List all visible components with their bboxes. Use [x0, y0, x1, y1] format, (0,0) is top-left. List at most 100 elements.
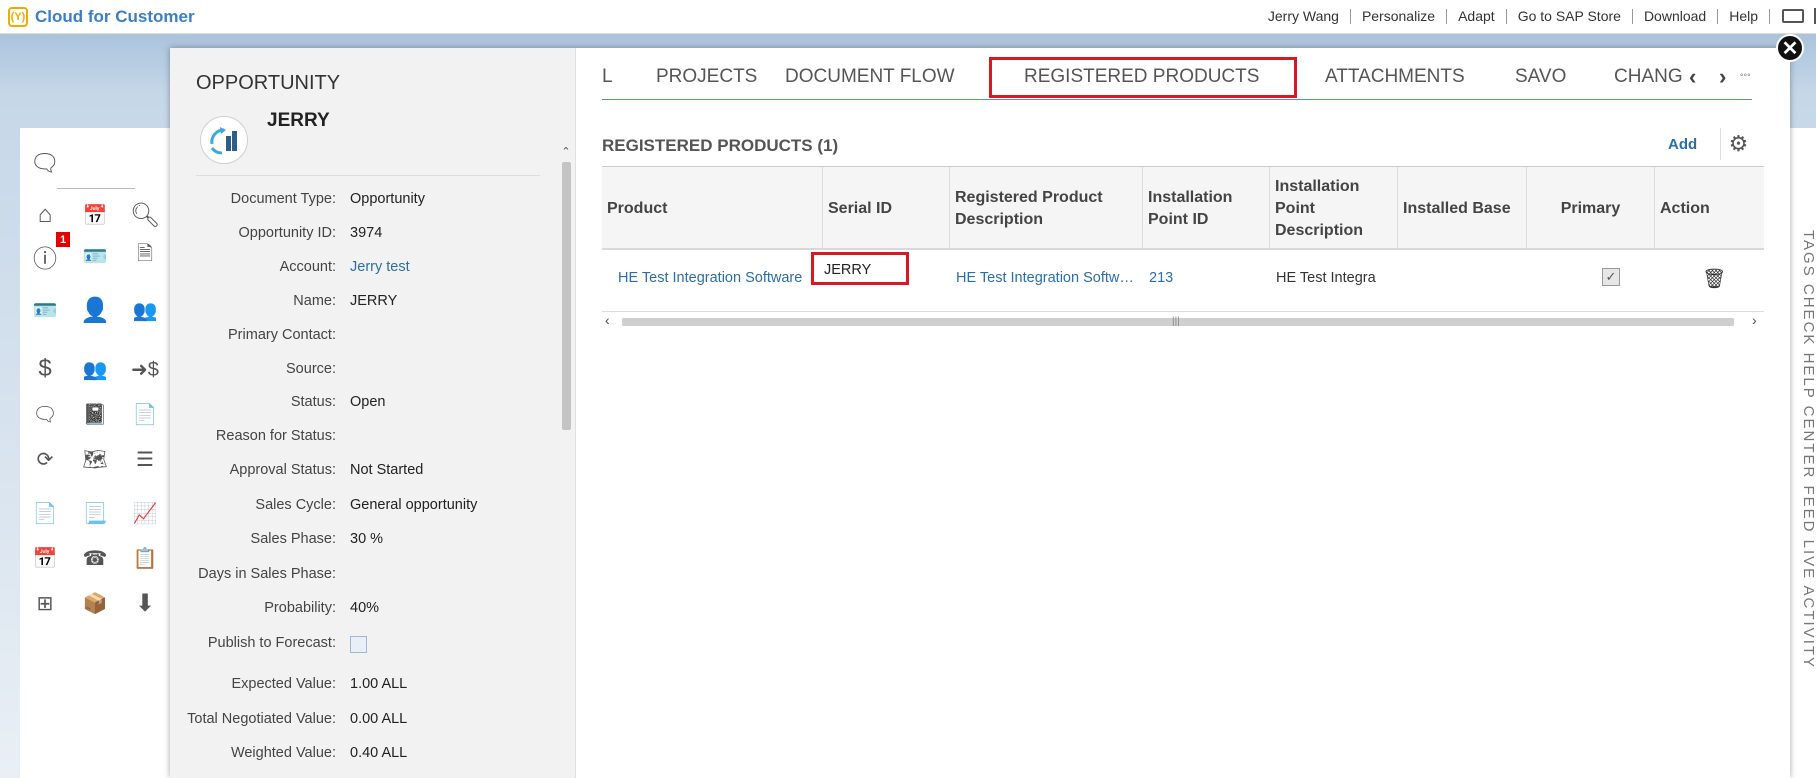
table-row[interactable]: HE Test Integration Software JERRY HE Te…: [602, 250, 1764, 312]
contact-list-icon[interactable]: 👥: [130, 295, 160, 325]
phone-call-icon[interactable]: ☎: [80, 543, 110, 573]
field-sales-phase: Sales Phase: 30 %: [170, 531, 560, 551]
contact-card-icon[interactable]: 🪪: [30, 295, 60, 325]
appointment-icon[interactable]: 📅: [30, 543, 60, 573]
product-icon[interactable]: 📦: [80, 588, 110, 618]
opportunity-icon[interactable]: ⟳: [30, 444, 60, 474]
table-horizontal-scrollbar[interactable]: ‹ ||| ›: [602, 312, 1764, 328]
cash-flow-icon[interactable]: ➜$: [130, 354, 160, 384]
field-name: Name: JERRY: [170, 293, 560, 313]
publish-to-forecast-checkbox[interactable]: [350, 636, 367, 653]
scroll-left-icon[interactable]: ‹: [605, 312, 610, 328]
list-icon[interactable]: ☰: [130, 444, 160, 474]
business-card-icon[interactable]: 🪪: [80, 241, 110, 271]
document-icon[interactable]: 📃: [80, 498, 110, 528]
field-value: 3974: [350, 225, 383, 241]
serial-id-cell[interactable]: JERRY: [811, 252, 909, 285]
field-value: Opportunity: [350, 191, 425, 207]
field-label: Expected Value:: [231, 676, 336, 692]
launchpad: 🗨 ⌂ 📅 🔍︎ ⓘ 1 🪪 🗎 🪪 👤 👥 $ 👥 ➜$ 🗨 📓 📄 ⟳ 🗺 …: [20, 128, 170, 778]
search-icon[interactable]: 🔍︎: [130, 200, 160, 230]
col-registered-product-description[interactable]: Registered Product Description: [950, 167, 1143, 250]
money-icon[interactable]: $: [30, 354, 60, 384]
field-opportunity-id: Opportunity ID: 3974: [170, 225, 560, 245]
field-weighted-value: Weighted Value: 0.40 ALL: [170, 745, 560, 765]
object-type-label: OPPORTUNITY: [196, 72, 341, 94]
field-status: Status: Open: [170, 394, 560, 414]
details-scrollbar[interactable]: ⌃ ⌄: [560, 96, 572, 778]
tab-attachments[interactable]: ATTACHMENTS: [1325, 66, 1465, 88]
scrollbar-thumb[interactable]: [562, 162, 571, 430]
personalize-link[interactable]: Personalize: [1351, 8, 1448, 24]
user-name-link[interactable]: Jerry Wang: [1257, 8, 1351, 24]
col-primary[interactable]: Primary: [1527, 167, 1655, 250]
shell-header: (Y) Cloud for Customer Jerry Wang Person…: [0, 0, 1816, 34]
tabs-prev-icon[interactable]: ‹: [1689, 64, 1696, 90]
tab-truncated[interactable]: L: [602, 66, 613, 88]
field-expected-value: Expected Value: 1.00 ALL: [170, 676, 560, 696]
help-link[interactable]: Help: [1718, 8, 1770, 24]
col-installation-point-id[interactable]: Installation Point ID: [1143, 167, 1270, 250]
tabs-next-icon[interactable]: ›: [1719, 64, 1726, 90]
hierarchy-icon[interactable]: ⊞: [30, 588, 60, 618]
chart-icon[interactable]: 📈: [130, 498, 160, 528]
close-button[interactable]: ✕: [1776, 34, 1804, 62]
app-logo[interactable]: (Y) Cloud for Customer: [8, 7, 195, 27]
field-reason-for-status: Reason for Status:: [170, 428, 560, 448]
tab-registered-products[interactable]: REGISTERED PRODUCTS: [1024, 66, 1259, 88]
side-pane-labels[interactable]: TAGS CHECK HELP CENTER FEED LIVE ACTIVIT…: [1800, 230, 1816, 669]
sap-store-link[interactable]: Go to SAP Store: [1507, 8, 1633, 24]
registered-product-link[interactable]: HE Test Integration Softw…: [956, 270, 1139, 286]
task-list-icon[interactable]: 📋: [130, 543, 160, 573]
launchpad-divider: [57, 188, 135, 189]
field-label: Status:: [290, 394, 336, 410]
quote-icon[interactable]: 🗨: [30, 399, 60, 429]
field-label: Publish to Forecast:: [207, 635, 336, 651]
field-account: Account: Jerry test: [170, 259, 560, 279]
tab-projects[interactable]: PROJECTS: [656, 66, 757, 88]
field-label: Probability:: [264, 600, 336, 616]
account-link[interactable]: Jerry test: [350, 259, 410, 275]
scroll-up-icon[interactable]: ⌃: [560, 146, 572, 158]
col-installed-base[interactable]: Installed Base: [1398, 167, 1527, 250]
pdf-document-icon[interactable]: 🗎: [130, 241, 160, 271]
window-icon[interactable]: [1782, 9, 1804, 23]
person-icon[interactable]: 👤: [80, 295, 110, 325]
tabs-overflow-icon[interactable]: ◦◦◦: [1740, 70, 1751, 81]
calendar-icon[interactable]: 📅: [80, 200, 110, 230]
top-links: Jerry Wang Personalize Adapt Go to SAP S…: [1257, 8, 1816, 24]
download-icon[interactable]: ⬇: [130, 588, 160, 618]
delete-icon[interactable]: 🗑: [1702, 267, 1726, 291]
download-link[interactable]: Download: [1633, 8, 1719, 24]
notebook-icon[interactable]: 📓: [80, 399, 110, 429]
registered-products-table: Product Serial ID Registered Product Des…: [602, 166, 1764, 312]
primary-checkbox[interactable]: ✓: [1602, 268, 1620, 286]
product-link[interactable]: HE Test Integration Software: [618, 270, 802, 286]
col-action[interactable]: Action: [1655, 167, 1764, 250]
tab-savo[interactable]: SAVO: [1515, 66, 1566, 88]
table-settings-icon[interactable]: ⚙: [1720, 128, 1756, 160]
col-serial-id[interactable]: Serial ID: [823, 167, 950, 250]
tab-changes[interactable]: CHANG: [1614, 66, 1682, 88]
field-label: Approval Status:: [229, 462, 336, 478]
field-value: 0.00 ALL: [350, 711, 408, 727]
employee-icon[interactable]: 👥: [80, 354, 110, 384]
feed-icon[interactable]: 🗨: [30, 148, 60, 178]
col-product[interactable]: Product: [602, 167, 823, 250]
tab-document-flow[interactable]: DOCUMENT FLOW: [785, 66, 955, 88]
field-document-type: Document Type: Opportunity: [170, 191, 560, 211]
field-probability: Probability: 40%: [170, 600, 560, 620]
col-installation-point-description[interactable]: Installation Point Description: [1270, 167, 1398, 250]
field-label: Sales Cycle:: [255, 497, 336, 513]
installation-point-link[interactable]: 213: [1149, 270, 1173, 286]
adapt-link[interactable]: Adapt: [1447, 8, 1507, 24]
field-total-negotiated-value: Total Negotiated Value: 0.00 ALL: [170, 711, 560, 731]
home-icon[interactable]: ⌂: [30, 200, 60, 230]
map-icon[interactable]: 🗺: [80, 444, 110, 474]
installation-point-description-cell: HE Test Integra: [1276, 270, 1376, 286]
scroll-right-icon[interactable]: ›: [1752, 312, 1757, 328]
invoice-icon[interactable]: 📄: [130, 399, 160, 429]
field-value: 30 %: [350, 531, 384, 547]
add-button[interactable]: Add: [1668, 136, 1697, 153]
report-icon[interactable]: 📄: [30, 498, 60, 528]
